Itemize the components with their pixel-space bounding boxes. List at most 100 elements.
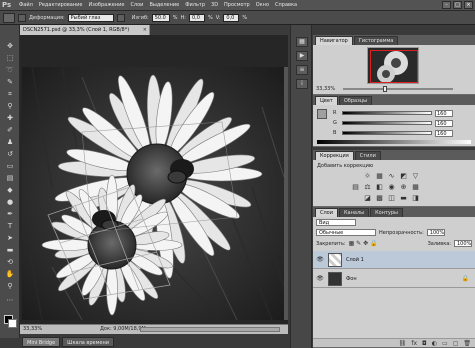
close-button[interactable]: × xyxy=(464,1,473,9)
healing-brush-tool-icon[interactable]: ✚ xyxy=(4,113,16,123)
background-color-swatch[interactable] xyxy=(8,319,17,328)
channel-b-input[interactable]: 160 xyxy=(435,129,453,137)
folder-icon[interactable]: ▭ xyxy=(442,340,448,347)
actions-panel-icon[interactable]: ▶ xyxy=(296,51,308,61)
path-selection-tool-icon[interactable]: ➤ xyxy=(4,233,16,243)
navigator-thumbnail[interactable] xyxy=(367,47,419,84)
invert-icon[interactable]: ◪ xyxy=(363,194,372,202)
layer-kind-filter[interactable]: Вид xyxy=(316,219,356,226)
vibrance-icon[interactable]: ▽ xyxy=(411,172,420,180)
clone-stamp-tool-icon[interactable]: ♟ xyxy=(4,137,16,147)
tab-channels[interactable]: Каналы xyxy=(339,208,370,217)
tab-paths[interactable]: Контуры xyxy=(370,208,403,217)
menu-view[interactable]: Просмотр xyxy=(221,2,253,8)
black-white-icon[interactable]: ◧ xyxy=(375,183,384,191)
crop-tool-icon[interactable]: ⌗ xyxy=(4,89,16,99)
curves-icon[interactable]: ∿ xyxy=(387,172,396,180)
gradient-tool-icon[interactable]: ▤ xyxy=(4,173,16,183)
hue-saturation-icon[interactable]: ▤ xyxy=(351,183,360,191)
info-panel-icon[interactable]: i xyxy=(296,79,308,89)
current-color-swatch[interactable] xyxy=(317,109,327,119)
layer-item-background[interactable]: 👁 Фон 🔒 xyxy=(313,270,475,288)
menu-3d[interactable]: 3D xyxy=(208,2,221,8)
warp-orientation-icon[interactable] xyxy=(116,13,125,22)
tab-color[interactable]: Цвет xyxy=(315,96,338,105)
document-close-icon[interactable]: × xyxy=(143,25,147,35)
channel-r-slider[interactable] xyxy=(342,111,432,115)
image-canvas[interactable] xyxy=(22,67,284,320)
type-tool-icon[interactable]: T xyxy=(4,221,16,231)
eraser-tool-icon[interactable]: ▭ xyxy=(4,161,16,171)
new-layer-icon[interactable]: ▢ xyxy=(453,340,459,347)
tab-mini-bridge[interactable]: Mini Bridge xyxy=(22,337,61,347)
hand-tool-icon[interactable]: ✋ xyxy=(4,269,16,279)
zoom-tool-icon[interactable]: ⚲ xyxy=(4,281,16,291)
3d-rotate-tool-icon[interactable]: ⟲ xyxy=(4,257,16,267)
photo-filter-icon[interactable]: ◉ xyxy=(387,183,396,191)
pen-tool-icon[interactable]: ✒ xyxy=(4,209,16,219)
fill-input[interactable]: 100% xyxy=(454,240,472,247)
lasso-tool-icon[interactable]: ➰ xyxy=(4,65,16,75)
color-ramp[interactable] xyxy=(317,140,471,144)
navigator-zoom-value[interactable]: 33,33% xyxy=(316,86,335,92)
tab-adjustments[interactable]: Коррекция xyxy=(315,151,354,160)
navigator-zoom-slider[interactable] xyxy=(343,88,453,90)
layer-item-layer1[interactable]: 👁 Слой 1 xyxy=(313,251,475,269)
menu-window[interactable]: Окно xyxy=(253,2,272,8)
eye-icon[interactable]: 👁 xyxy=(316,275,324,283)
navigator-zoom-knob[interactable] xyxy=(383,86,387,92)
adjustment-icon[interactable]: ◐ xyxy=(432,340,437,347)
tab-swatches[interactable]: Образцы xyxy=(338,96,373,105)
document-tab[interactable]: DSCN2571.psd @ 33,3% (Слой 1, RGB/8*) × xyxy=(20,25,150,35)
opacity-input[interactable]: 100% xyxy=(426,229,445,236)
selective-color-icon[interactable]: ◨ xyxy=(411,194,420,202)
menu-file[interactable]: Файл xyxy=(16,2,36,8)
warp-toggle-icon[interactable] xyxy=(18,13,26,22)
menu-edit[interactable]: Редактирование xyxy=(36,2,86,8)
tool-preset-icon[interactable] xyxy=(3,12,15,23)
channel-b-slider[interactable] xyxy=(342,131,432,135)
tab-layers[interactable]: Слои xyxy=(315,208,338,217)
threshold-icon[interactable]: ◫ xyxy=(387,194,396,202)
menu-image[interactable]: Изображение xyxy=(85,2,127,8)
lock-icons[interactable]: ▦ ✎ ✥ 🔒 xyxy=(349,240,378,247)
history-brush-tool-icon[interactable]: ↺ xyxy=(4,149,16,159)
eyedropper-tool-icon[interactable]: ⚲ xyxy=(4,101,16,111)
tab-histogram[interactable]: Гистограмма xyxy=(353,36,399,45)
h-distortion-input[interactable]: 0,0 xyxy=(188,13,205,22)
warp-mode-select[interactable]: Рыбий глаз xyxy=(67,13,114,22)
menu-select[interactable]: Выделение xyxy=(146,2,182,8)
tab-timeline[interactable]: Шкала времени xyxy=(62,337,114,347)
levels-icon[interactable]: ▦ xyxy=(375,172,384,180)
vertical-scrollbar[interactable] xyxy=(284,67,288,320)
channel-g-input[interactable]: 160 xyxy=(435,119,453,127)
link-icon[interactable]: ⛓ xyxy=(399,340,407,347)
blend-mode-select[interactable]: Обычные xyxy=(316,229,376,236)
blur-tool-icon[interactable]: ◆ xyxy=(4,185,16,195)
menu-layers[interactable]: Слои xyxy=(127,2,146,8)
minimize-button[interactable]: – xyxy=(442,1,451,9)
navigator-view-box[interactable] xyxy=(370,50,418,83)
channel-r-input[interactable]: 160 xyxy=(435,109,453,117)
shape-tool-icon[interactable]: ▬ xyxy=(4,245,16,255)
marquee-tool-icon[interactable]: ⬚ xyxy=(4,53,16,63)
history-panel-icon[interactable]: ▦ xyxy=(296,37,308,47)
zoom-level[interactable]: 33,33% xyxy=(23,325,42,334)
properties-panel-icon[interactable]: ≡ xyxy=(296,65,308,75)
color-balance-icon[interactable]: ⚖ xyxy=(363,183,372,191)
quick-select-tool-icon[interactable]: ✎ xyxy=(4,77,16,87)
menu-filter[interactable]: Фильтр xyxy=(182,2,208,8)
trash-icon[interactable]: 🗑 xyxy=(463,340,471,347)
menu-help[interactable]: Справка xyxy=(272,2,300,8)
v-distortion-input[interactable]: 0,0 xyxy=(223,13,240,22)
horizontal-scrollbar[interactable] xyxy=(140,327,280,332)
bend-input[interactable]: 50.0 xyxy=(151,13,170,22)
channel-g-slider[interactable] xyxy=(342,121,432,125)
brightness-contrast-icon[interactable]: ☼ xyxy=(363,172,372,180)
brush-tool-icon[interactable]: ✐ xyxy=(4,125,16,135)
mask-icon[interactable]: ◘ xyxy=(422,340,427,347)
dodge-tool-icon[interactable]: ● xyxy=(4,197,16,207)
eye-icon[interactable]: 👁 xyxy=(316,256,324,264)
tab-styles[interactable]: Стили xyxy=(354,151,381,160)
channel-mixer-icon[interactable]: ⊕ xyxy=(399,183,408,191)
